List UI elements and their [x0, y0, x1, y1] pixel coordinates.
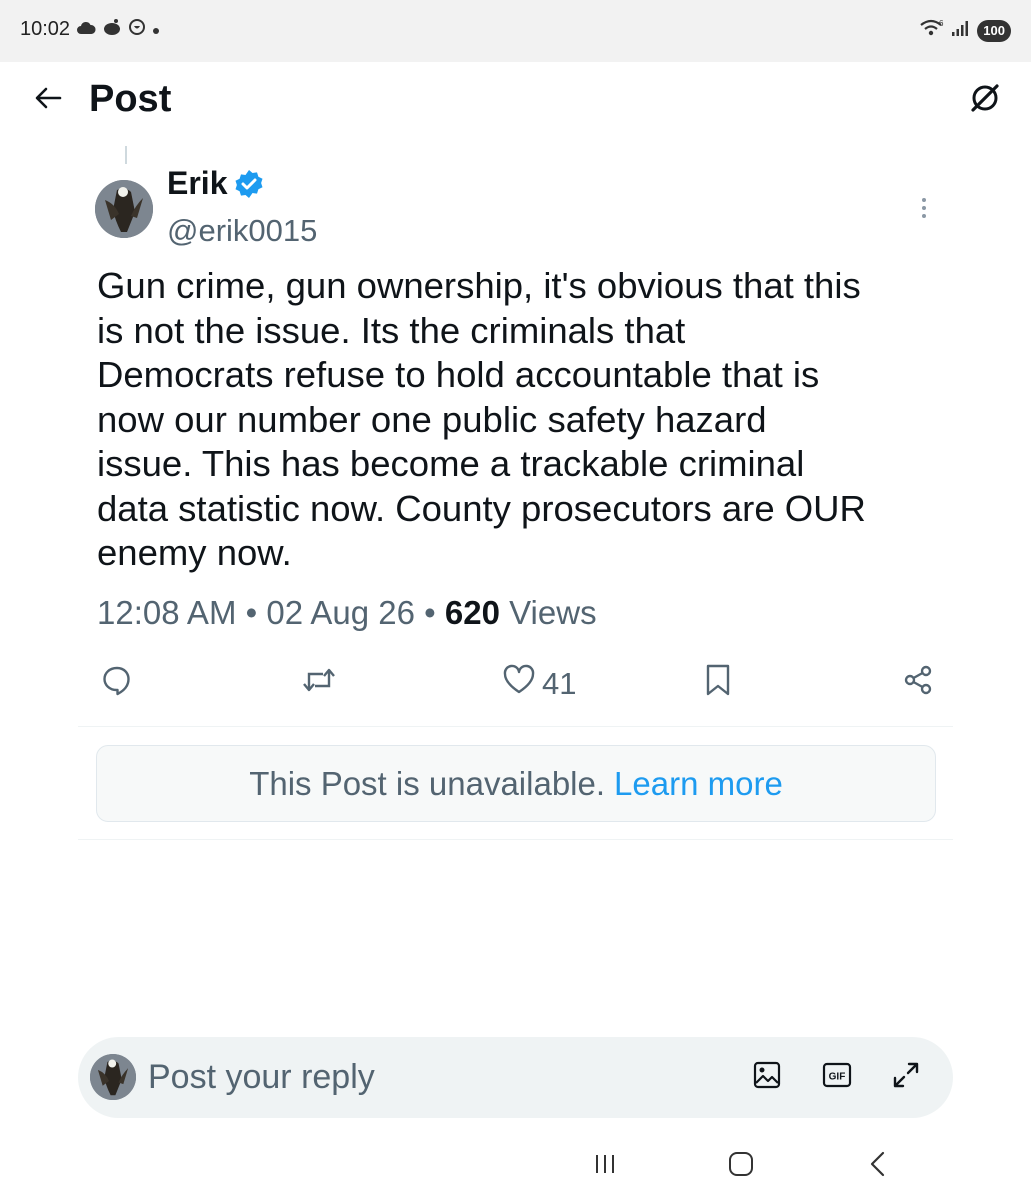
notification-icon	[128, 18, 146, 44]
author-handle[interactable]: @erik0015	[167, 213, 317, 249]
signal-icon	[951, 19, 971, 42]
post-time[interactable]: 12:08 AM	[97, 594, 236, 631]
views-label: Views	[509, 594, 597, 631]
status-bar: 10:02 6 100	[0, 0, 1031, 62]
gif-label: GIF	[829, 1071, 846, 1082]
top-app-bar: Post	[0, 62, 1031, 142]
chevron-left-icon	[868, 1151, 888, 1182]
status-notification-icons	[76, 18, 160, 44]
thread-connector-line	[125, 146, 127, 164]
wifi-icon: 6	[919, 18, 945, 43]
unavailable-post-card: This Post is unavailable. Learn more	[96, 745, 936, 822]
learn-more-link[interactable]: Learn more	[614, 765, 783, 803]
home-button[interactable]	[721, 1148, 761, 1184]
page-title: Post	[89, 78, 172, 120]
bookmark-icon	[704, 663, 732, 705]
like-count: 41	[542, 666, 577, 701]
system-navigation-bar	[0, 1130, 1031, 1200]
meta-separator: •	[245, 594, 258, 631]
repost-button[interactable]	[301, 662, 343, 706]
eagle-avatar-image	[95, 180, 153, 238]
post-actions-bar: 41	[97, 662, 937, 706]
recent-apps-icon	[593, 1153, 617, 1180]
more-options-button[interactable]	[906, 192, 942, 228]
recent-apps-button[interactable]	[585, 1148, 625, 1184]
post-date[interactable]: 02 Aug 26	[266, 594, 415, 631]
status-system-icons: 6 100	[919, 18, 1011, 43]
author-avatar[interactable]	[95, 180, 153, 238]
grok-button[interactable]	[967, 82, 1003, 118]
heart-icon	[502, 664, 536, 704]
author-name[interactable]: Erik	[167, 165, 265, 202]
status-time: 10:02	[20, 18, 71, 40]
reply-composer: GIF	[78, 1037, 953, 1118]
reply-button[interactable]	[101, 662, 139, 706]
post-text: Gun crime, gun ownership, it's obvious t…	[97, 265, 866, 573]
user-avatar	[90, 1054, 136, 1100]
add-image-button[interactable]	[749, 1059, 785, 1095]
home-icon	[728, 1151, 754, 1182]
battery-indicator: 100	[977, 19, 1011, 42]
back-button[interactable]	[30, 82, 66, 118]
reply-icon	[101, 664, 133, 704]
expand-icon	[891, 1060, 921, 1095]
meta-separator: •	[424, 594, 436, 631]
reply-input[interactable]	[148, 1055, 708, 1099]
divider	[78, 839, 953, 840]
image-icon	[753, 1061, 781, 1094]
like-button[interactable]: 41	[502, 662, 576, 706]
verified-badge-icon	[233, 168, 265, 200]
share-button[interactable]	[902, 662, 934, 706]
views-count: 620	[444, 594, 500, 631]
eagle-avatar-image	[90, 1054, 136, 1100]
more-notifications-dot-icon	[152, 19, 160, 43]
gif-icon: GIF	[822, 1062, 852, 1093]
divider	[78, 726, 953, 727]
share-icon	[902, 664, 934, 704]
repost-icon	[301, 664, 337, 704]
svg-text:6: 6	[939, 19, 944, 28]
bookmark-button[interactable]	[704, 662, 738, 706]
reddit-icon	[102, 18, 122, 44]
author-name-text: Erik	[167, 165, 228, 201]
expand-composer-button[interactable]	[888, 1059, 924, 1095]
system-back-button[interactable]	[858, 1148, 898, 1184]
more-vertical-icon	[920, 196, 928, 225]
grok-icon	[968, 81, 1002, 120]
add-gif-button[interactable]: GIF	[819, 1059, 855, 1095]
cloud-icon	[76, 19, 96, 43]
post-metadata: 12:08 AM • 02 Aug 26 • 620 Views	[97, 594, 597, 632]
arrow-left-icon	[33, 83, 63, 118]
unavailable-message: This Post is unavailable.	[249, 764, 606, 802]
